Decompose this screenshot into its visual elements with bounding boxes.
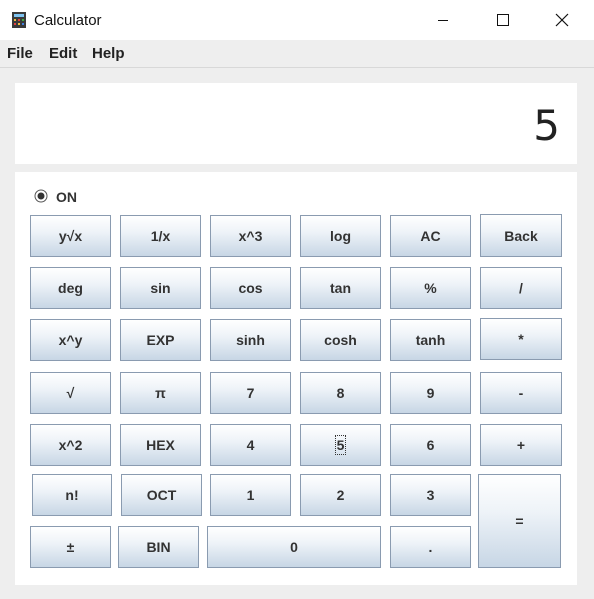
close-icon	[555, 13, 569, 27]
display-value: 5	[533, 101, 560, 150]
digit-6-button[interactable]: 6	[390, 424, 471, 466]
digit-0-button[interactable]: 0	[207, 526, 381, 568]
digit-5-button[interactable]: 5	[300, 424, 381, 466]
bin-button[interactable]: BIN	[118, 526, 199, 568]
exp-button[interactable]: EXP	[120, 319, 201, 361]
decimal-point-button[interactable]: .	[390, 526, 471, 568]
minimize-button[interactable]	[420, 0, 466, 40]
backspace-button[interactable]: Back	[480, 214, 562, 257]
menu-help[interactable]: Help	[92, 45, 125, 62]
deg-button[interactable]: deg	[30, 267, 111, 309]
square-button[interactable]: x^2	[30, 424, 111, 466]
digit-1-button[interactable]: 1	[210, 474, 291, 516]
cube-button[interactable]: x^3	[210, 215, 291, 257]
equals-button[interactable]: =	[478, 474, 561, 568]
title-bar: Calculator	[0, 0, 594, 40]
ysqrtx-button[interactable]: y√x	[30, 215, 111, 257]
cosh-button[interactable]: cosh	[300, 319, 381, 361]
result-display: 5	[15, 83, 577, 164]
log-button[interactable]: log	[300, 215, 381, 257]
digit-7-button[interactable]: 7	[210, 372, 291, 414]
menu-edit[interactable]: Edit	[49, 45, 77, 62]
maximize-icon	[497, 14, 509, 26]
hex-button[interactable]: HEX	[120, 424, 201, 466]
maximize-button[interactable]	[480, 0, 526, 40]
cos-button[interactable]: cos	[210, 267, 291, 309]
on-label: ON	[56, 189, 77, 205]
minimize-icon	[438, 20, 448, 21]
digit-2-button[interactable]: 2	[300, 474, 381, 516]
divide-button[interactable]: /	[480, 267, 562, 309]
digit-8-button[interactable]: 8	[300, 372, 381, 414]
plus-button[interactable]: +	[480, 424, 562, 466]
plus-minus-button[interactable]: ±	[30, 526, 111, 568]
close-button[interactable]	[539, 0, 585, 40]
tan-button[interactable]: tan	[300, 267, 381, 309]
reciprocal-button[interactable]: 1/x	[120, 215, 201, 257]
digit-9-button[interactable]: 9	[390, 372, 471, 414]
power-button[interactable]: x^y	[30, 319, 111, 361]
menu-bar: File Edit Help	[0, 40, 594, 68]
sin-button[interactable]: sin	[120, 267, 201, 309]
clear-all-button[interactable]: AC	[390, 215, 471, 257]
sinh-button[interactable]: sinh	[210, 319, 291, 361]
percent-button[interactable]: %	[390, 267, 471, 309]
on-radio-button[interactable]	[34, 189, 48, 203]
window-title: Calculator	[34, 12, 102, 29]
minus-button[interactable]: -	[480, 372, 562, 414]
sqrt-button[interactable]: √	[30, 372, 111, 414]
oct-button[interactable]: OCT	[121, 474, 202, 516]
calculator-app-icon	[12, 12, 26, 28]
menu-file[interactable]: File	[7, 45, 33, 62]
digit-4-button[interactable]: 4	[210, 424, 291, 466]
tanh-button[interactable]: tanh	[390, 319, 471, 361]
multiply-button[interactable]: *	[480, 318, 562, 360]
digit-3-button[interactable]: 3	[390, 474, 471, 516]
factorial-button[interactable]: n!	[32, 474, 112, 516]
pi-button[interactable]: π	[120, 372, 201, 414]
